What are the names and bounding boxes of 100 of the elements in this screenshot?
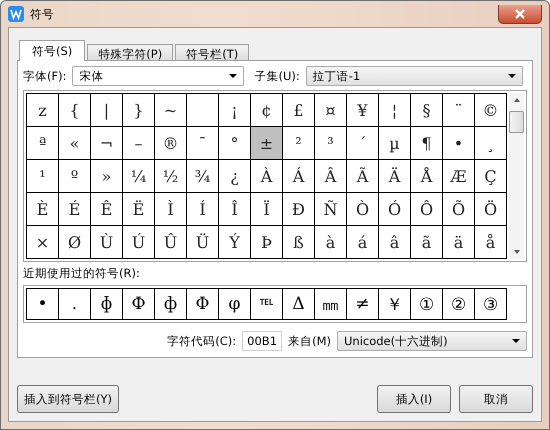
symbol-cell[interactable]: § xyxy=(411,94,443,127)
code-field[interactable]: 00B1 xyxy=(242,331,282,351)
close-button[interactable] xyxy=(498,4,542,24)
symbol-cell[interactable]: £ xyxy=(283,94,315,127)
symbol-cell[interactable]: ¨ xyxy=(443,94,475,127)
symbol-cell[interactable]: ¹ xyxy=(27,160,59,193)
symbol-cell[interactable]: Ú xyxy=(123,226,155,259)
symbol-cell[interactable]: Ò xyxy=(347,193,379,226)
recent-symbol[interactable]: ℡ xyxy=(251,288,283,320)
recent-symbol[interactable]: ≠ xyxy=(347,288,379,320)
symbol-cell[interactable]: © xyxy=(475,94,507,127)
recent-symbol[interactable]: φ xyxy=(219,288,251,320)
symbol-cell[interactable]: ¿ xyxy=(219,160,251,193)
tab[interactable]: 特殊字符(P) xyxy=(87,44,174,61)
symbol-cell[interactable]: Í xyxy=(187,193,219,226)
symbol-cell[interactable]: | xyxy=(91,94,123,127)
symbol-cell[interactable]: ³ xyxy=(315,127,347,160)
symbol-cell[interactable]: Ê xyxy=(91,193,123,226)
symbol-cell[interactable]: ® xyxy=(155,127,187,160)
symbol-cell[interactable]: À xyxy=(251,160,283,193)
subset-dropdown[interactable]: 拉丁语-1 xyxy=(306,66,523,86)
recent-symbol[interactable]: ㎜ xyxy=(315,288,347,320)
symbol-cell[interactable]: ± xyxy=(251,127,283,160)
tab[interactable]: 符号(S) xyxy=(19,40,86,61)
symbol-cell[interactable]: ¦ xyxy=(379,94,411,127)
symbol-cell[interactable]: µ xyxy=(379,127,411,160)
symbol-cell[interactable]: { xyxy=(59,94,91,127)
symbol-cell[interactable]: ´ xyxy=(347,127,379,160)
symbol-cell[interactable]: Ô xyxy=(411,193,443,226)
symbol-cell[interactable]: ä xyxy=(443,226,475,259)
symbol-cell[interactable]: ¾ xyxy=(187,160,219,193)
symbol-cell[interactable]: z xyxy=(27,94,59,127)
symbol-cell[interactable]: Ã xyxy=(347,160,379,193)
symbol-cell[interactable]: Æ xyxy=(443,160,475,193)
symbol-cell[interactable]: ~ xyxy=(155,94,187,127)
symbol-cell[interactable]: Â xyxy=(315,160,347,193)
symbol-cell[interactable]: ² xyxy=(283,127,315,160)
recent-symbol[interactable]: ③ xyxy=(475,288,507,320)
tab[interactable]: 符号栏(T) xyxy=(175,44,250,61)
recent-symbol[interactable]: • xyxy=(26,288,59,320)
symbol-cell[interactable]: Ó xyxy=(379,193,411,226)
symbol-cell[interactable]: ¯ xyxy=(187,127,219,160)
recent-symbol[interactable]: ɸ xyxy=(91,288,123,320)
symbol-cell[interactable]: } xyxy=(123,94,155,127)
dialog-button[interactable]: 插入到符号栏(Y) xyxy=(17,385,119,413)
recent-symbol[interactable]: ① xyxy=(411,288,443,320)
symbol-cell[interactable]: á xyxy=(347,226,379,259)
symbol-cell[interactable]: Ç xyxy=(475,160,507,193)
symbol-cell[interactable]: Î xyxy=(219,193,251,226)
symbol-cell[interactable]: º xyxy=(59,160,91,193)
symbol-cell[interactable]: â xyxy=(379,226,411,259)
dialog-button[interactable]: 插入(I) xyxy=(377,385,451,413)
symbol-cell[interactable]: ã xyxy=(411,226,443,259)
symbol-cell[interactable]: ½ xyxy=(155,160,187,193)
recent-symbol[interactable]: ф xyxy=(155,288,187,320)
from-dropdown[interactable]: Unicode(十六进制) xyxy=(337,331,527,351)
symbol-cell[interactable]: à xyxy=(315,226,347,259)
symbol-cell[interactable]: Ñ xyxy=(315,193,347,226)
symbol-cell[interactable]: Ä xyxy=(379,160,411,193)
symbol-cell[interactable]: • xyxy=(443,127,475,160)
symbol-cell[interactable] xyxy=(187,94,219,127)
symbol-cell[interactable]: Û xyxy=(155,226,187,259)
symbol-cell[interactable]: È xyxy=(27,193,59,226)
symbol-cell[interactable]: ¡ xyxy=(219,94,251,127)
recent-symbol[interactable]: . xyxy=(59,288,91,320)
symbol-cell[interactable]: Ï xyxy=(251,193,283,226)
dialog-button[interactable]: 取消 xyxy=(459,385,533,413)
symbol-cell[interactable]: ß xyxy=(283,226,315,259)
symbol-cell[interactable]: Ü xyxy=(187,226,219,259)
symbol-cell[interactable]: Ý xyxy=(219,226,251,259)
symbol-cell[interactable]: Ø xyxy=(59,226,91,259)
symbol-cell[interactable]: » xyxy=(91,160,123,193)
symbol-cell[interactable]: « xyxy=(59,127,91,160)
scrollbar[interactable] xyxy=(509,93,524,259)
symbol-cell[interactable]: ª xyxy=(27,127,59,160)
symbol-cell[interactable]: Ö xyxy=(475,193,507,226)
symbol-cell[interactable]: ¬ xyxy=(91,127,123,160)
symbol-cell[interactable]: ¸ xyxy=(475,127,507,160)
symbol-cell[interactable]: Å xyxy=(411,160,443,193)
symbol-cell[interactable]: Á xyxy=(283,160,315,193)
symbol-cell[interactable]: ¤ xyxy=(315,94,347,127)
symbol-cell[interactable]: å xyxy=(475,226,507,259)
recent-symbol[interactable]: ￥ xyxy=(379,288,411,320)
symbol-cell[interactable]: Ë xyxy=(123,193,155,226)
symbol-cell[interactable]: Õ xyxy=(443,193,475,226)
symbol-cell[interactable]: Þ xyxy=(251,226,283,259)
symbol-cell[interactable]: É xyxy=(59,193,91,226)
symbol-cell[interactable]: ¼ xyxy=(123,160,155,193)
symbol-cell[interactable]: ¥ xyxy=(347,94,379,127)
symbol-cell[interactable]: Ð xyxy=(283,193,315,226)
symbol-cell[interactable]: ¶ xyxy=(411,127,443,160)
symbol-cell[interactable]: Ì xyxy=(155,193,187,226)
recent-symbol[interactable]: Ф xyxy=(123,288,155,320)
symbol-cell[interactable]: Ù xyxy=(91,226,123,259)
symbol-cell[interactable]: × xyxy=(27,226,59,259)
recent-symbol[interactable]: ② xyxy=(443,288,475,320)
recent-symbol[interactable]: Φ xyxy=(187,288,219,320)
symbol-cell[interactable]: – xyxy=(123,127,155,160)
font-dropdown[interactable]: 宋体 xyxy=(72,66,244,86)
recent-symbol[interactable]: Δ xyxy=(283,288,315,320)
